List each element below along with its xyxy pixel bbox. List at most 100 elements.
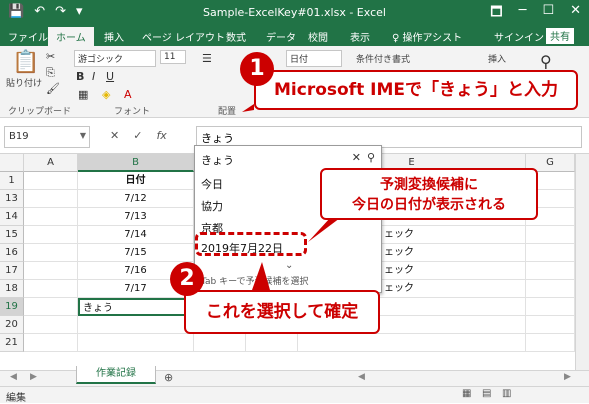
table-cell[interactable]: 7/14 — [78, 226, 194, 244]
font-name-select[interactable]: 游ゴシック — [74, 50, 156, 67]
tab-scroll-right-icon[interactable]: ▶ — [30, 372, 37, 382]
signin-link[interactable]: サインイン — [494, 29, 544, 44]
view-layout-icon[interactable]: ▤ — [482, 388, 491, 399]
number-format-select[interactable]: 日付 — [286, 50, 342, 67]
tab-home[interactable]: ホーム — [48, 27, 94, 46]
bold-button[interactable]: B — [76, 70, 84, 83]
enter-icon[interactable]: ✓ — [133, 129, 142, 142]
table-cell[interactable] — [24, 280, 78, 298]
conditional-format-button[interactable]: 条件付き書式 — [356, 52, 410, 65]
tell-me-box[interactable]: ♀ 操作アシスト — [392, 29, 462, 44]
table-cell[interactable] — [526, 280, 575, 298]
tab-review[interactable]: 校閲 — [308, 29, 328, 44]
italic-button[interactable]: I — [92, 70, 95, 83]
name-box[interactable]: B19 ▼ — [4, 126, 90, 148]
row-header[interactable]: 16 — [0, 244, 24, 262]
callout-prediction-line1: 予測変換候補に — [380, 177, 478, 193]
tab-formulas[interactable]: 数式 — [226, 29, 246, 44]
hscroll-left-icon[interactable]: ◀ — [358, 372, 365, 382]
tab-insert[interactable]: 挿入 — [104, 29, 124, 44]
tab-scroll-left-icon[interactable]: ◀ — [10, 372, 17, 382]
row-header[interactable]: 18 — [0, 280, 24, 298]
view-normal-icon[interactable]: ▦ — [462, 388, 471, 399]
close-icon[interactable]: ✕ — [352, 151, 361, 164]
column-header-a[interactable]: A — [24, 154, 78, 172]
ribbon-display-icon[interactable]: 🗖 — [490, 3, 502, 25]
close-button[interactable]: ✕ — [570, 3, 581, 25]
chevron-down-icon[interactable]: ▼ — [80, 131, 86, 140]
table-cell[interactable] — [194, 334, 246, 352]
date-candidate-highlight — [195, 232, 307, 256]
fill-color-icon[interactable]: ◈ — [102, 88, 110, 101]
format-painter-icon[interactable]: 🖌 — [46, 82, 60, 95]
share-button[interactable]: 共有 — [546, 28, 574, 44]
insert-function-icon[interactable]: fx — [156, 129, 166, 142]
table-cell[interactable]: 7/12 — [78, 190, 194, 208]
table-cell[interactable]: 日付 — [78, 172, 194, 190]
font-size-select[interactable]: 11 — [160, 50, 186, 64]
row-header[interactable]: 13 — [0, 190, 24, 208]
table-cell[interactable] — [78, 316, 194, 334]
table-cell[interactable] — [526, 316, 575, 334]
row-header[interactable]: 14 — [0, 208, 24, 226]
tab-page-layout[interactable]: ページ レイアウト — [142, 29, 225, 44]
table-cell[interactable] — [526, 226, 575, 244]
table-cell[interactable] — [24, 208, 78, 226]
callout-step-1: Microsoft IMEで「きょう」と入力 — [254, 70, 578, 110]
table-cell[interactable] — [24, 190, 78, 208]
clipboard-icon[interactable]: 📋 — [12, 50, 39, 75]
table-cell[interactable]: 7/13 — [78, 208, 194, 226]
table-cell[interactable] — [526, 244, 575, 262]
tab-file[interactable]: ファイル — [8, 29, 48, 44]
ime-candidate-3[interactable]: 協力 — [201, 198, 223, 214]
font-color-icon[interactable]: A — [124, 88, 132, 101]
table-cell[interactable]: きょう — [78, 298, 194, 316]
table-cell[interactable] — [246, 334, 298, 352]
table-cell[interactable] — [24, 244, 78, 262]
underline-button[interactable]: U — [106, 70, 114, 83]
row-header[interactable]: 19 — [0, 298, 24, 316]
table-cell[interactable] — [24, 316, 78, 334]
row-header[interactable]: 1 — [0, 172, 24, 190]
table-cell[interactable] — [298, 334, 526, 352]
tab-view[interactable]: 表示 — [350, 29, 370, 44]
row-header[interactable]: 17 — [0, 262, 24, 280]
alignment-group-label: 配置 — [218, 107, 237, 117]
align-icon[interactable]: ☰ — [202, 52, 212, 65]
insert-cells-button[interactable]: 挿入 — [488, 52, 506, 65]
borders-icon[interactable]: ▦ — [78, 88, 88, 101]
maximize-button[interactable]: ☐ — [542, 3, 554, 25]
table-cell[interactable] — [24, 298, 78, 316]
name-box-value: B19 — [9, 131, 29, 142]
row-header[interactable]: 15 — [0, 226, 24, 244]
add-sheet-icon[interactable]: ⊕ — [164, 371, 173, 384]
ime-candidate-1[interactable]: きょう — [201, 152, 234, 168]
table-cell[interactable] — [78, 334, 194, 352]
sheet-tab-active[interactable]: 作業記録 — [76, 366, 156, 384]
table-cell[interactable] — [24, 226, 78, 244]
table-cell[interactable] — [24, 334, 78, 352]
table-cell[interactable] — [24, 172, 78, 190]
table-cell[interactable] — [526, 334, 575, 352]
column-header-b[interactable]: B — [78, 154, 194, 172]
paste-label[interactable]: 貼り付け — [6, 76, 42, 89]
copy-icon[interactable]: ⎘ — [46, 66, 55, 80]
search-icon[interactable]: ⚲ — [367, 151, 375, 164]
table-cell[interactable] — [526, 262, 575, 280]
cancel-icon[interactable]: ✕ — [110, 129, 119, 142]
select-all-corner[interactable] — [0, 154, 24, 172]
view-pagebreak-icon[interactable]: ▥ — [502, 388, 511, 399]
chevron-down-icon[interactable]: ⌄ — [285, 260, 293, 271]
ime-candidate-2[interactable]: 今日 — [201, 176, 223, 192]
hscroll-right-icon[interactable]: ▶ — [564, 372, 571, 382]
row-header[interactable]: 21 — [0, 334, 24, 352]
row-header[interactable]: 20 — [0, 316, 24, 334]
cut-icon[interactable]: ✂ — [46, 50, 55, 63]
table-cell[interactable]: 7/15 — [78, 244, 194, 262]
table-cell[interactable] — [24, 262, 78, 280]
table-cell[interactable] — [526, 298, 575, 316]
search-icon[interactable]: ⚲ — [540, 52, 552, 71]
minimize-button[interactable]: ─ — [519, 3, 527, 25]
tab-data[interactable]: データ — [266, 29, 296, 44]
vertical-scrollbar[interactable] — [575, 154, 589, 370]
